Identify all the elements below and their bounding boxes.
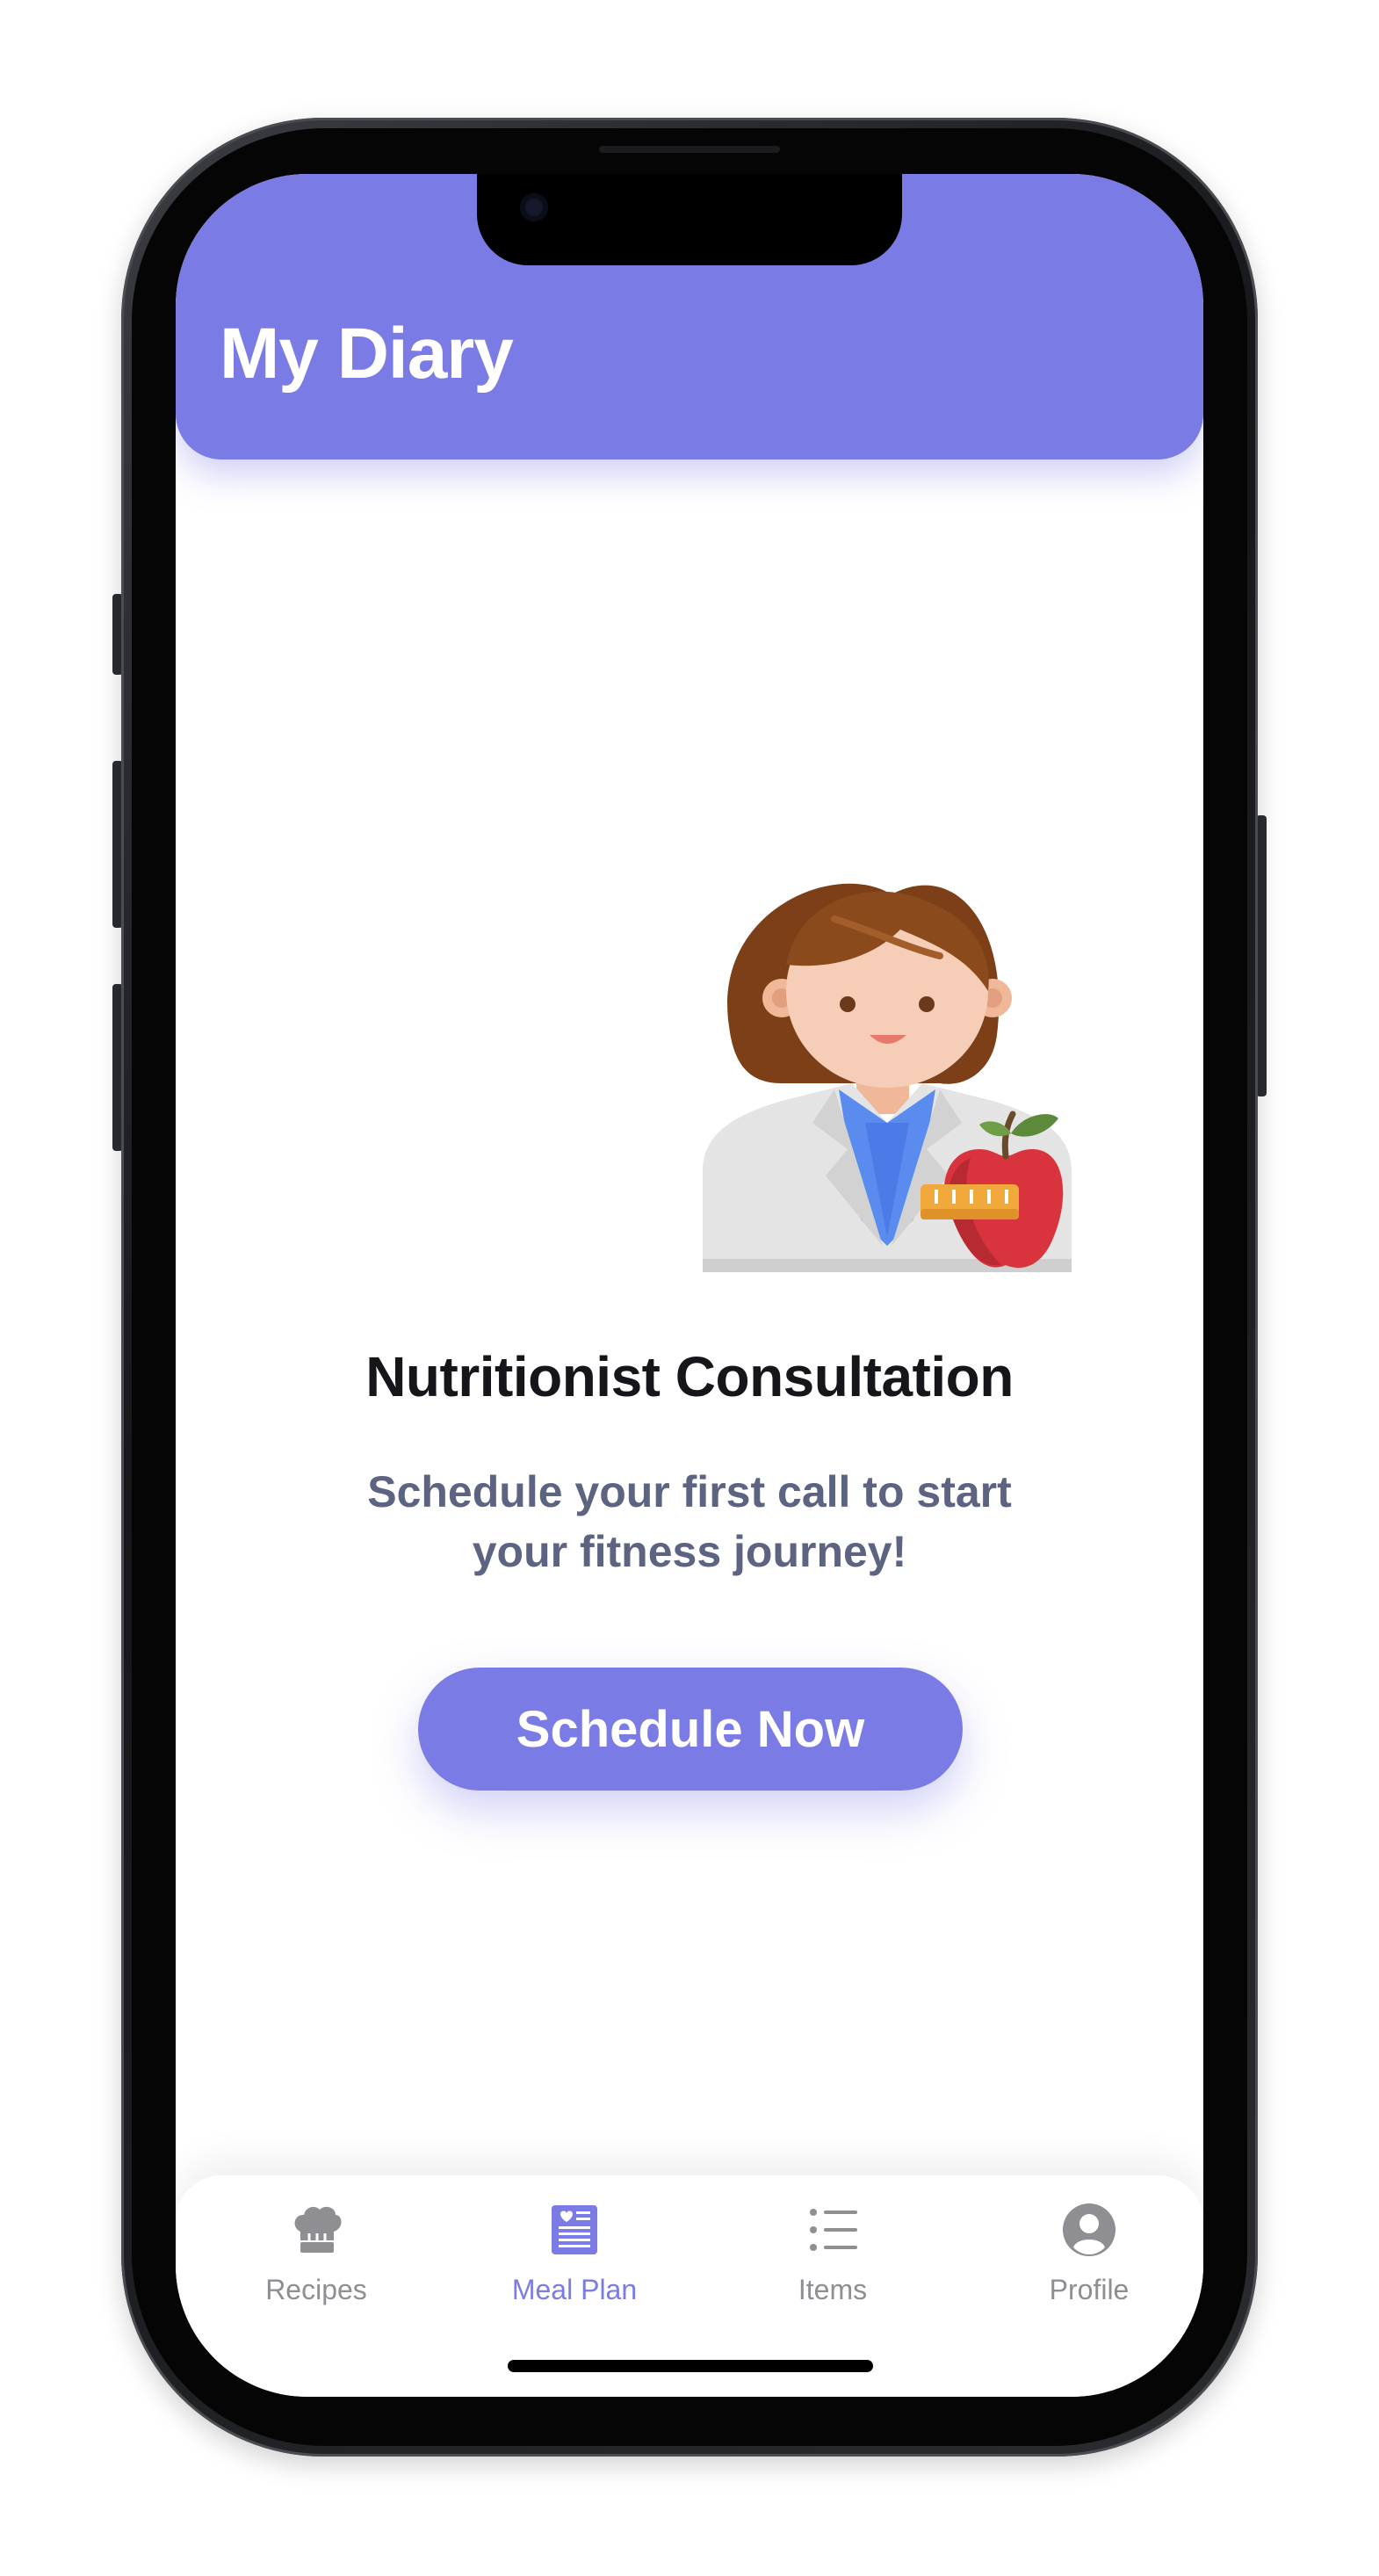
meal-plan-icon [552,2205,597,2254]
home-indicator [508,2360,873,2372]
tab-meal-plan[interactable]: Meal Plan [487,2195,662,2344]
tab-profile[interactable]: Profile [1001,2195,1177,2344]
app-screen: My Diary Nutritionist Consultation Sched… [176,174,1203,2397]
nutritionist-illustration [703,883,1072,1272]
tab-profile-label: Profile [1049,2274,1130,2305]
page-title: My Diary [220,314,514,394]
tab-recipes[interactable]: Recipes [228,2195,404,2344]
earpiece-speaker [599,146,780,153]
tab-items-label: Items [798,2274,868,2305]
list-icon [810,2209,857,2251]
schedule-now-button[interactable]: Schedule Now [418,1668,963,1791]
tab-recipes-label: Recipes [265,2274,367,2305]
profile-icon [1063,2203,1115,2256]
device-stage: My Diary Nutritionist Consultation Sched… [0,0,1379,2576]
front-camera [520,193,548,221]
empty-state-subtitle: Schedule your first call to start your f… [367,1467,1012,1576]
eye-right-shape [919,996,935,1012]
tab-meal-plan-label: Meal Plan [511,2274,638,2305]
eye-left-shape [840,996,856,1012]
tab-items[interactable]: Items [745,2195,921,2344]
empty-state-title: Nutritionist Consultation [365,1345,1014,1408]
tape-measure-icon [921,1184,1019,1219]
chef-hat-icon [294,2206,342,2253]
